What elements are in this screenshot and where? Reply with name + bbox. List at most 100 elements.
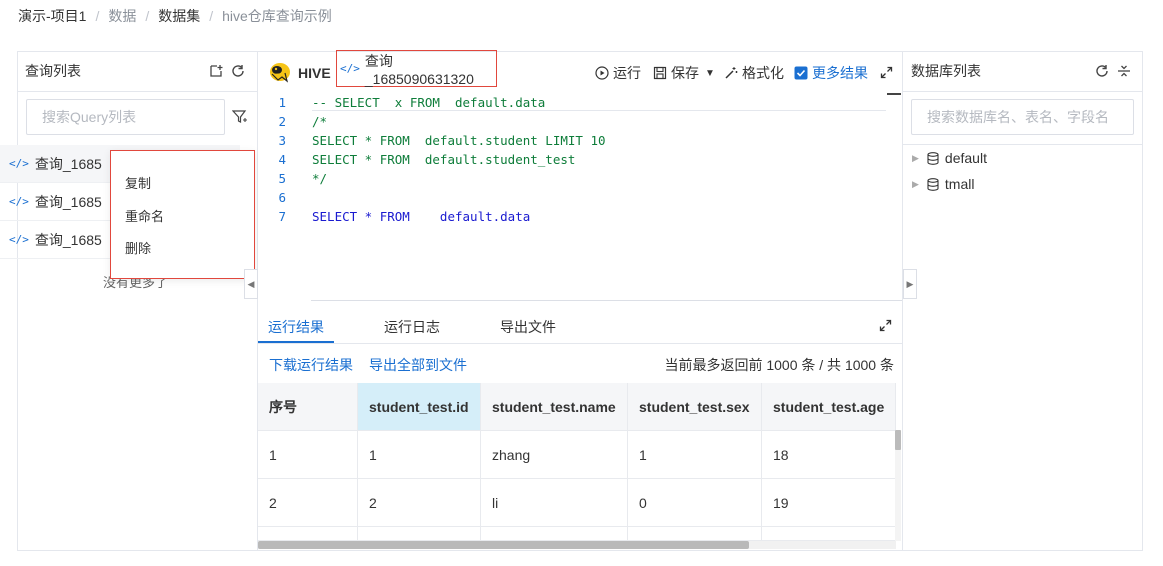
checkbox-checked-icon: [794, 66, 808, 80]
filter-icon[interactable]: [229, 106, 251, 128]
collapse-all-icon[interactable]: [1113, 60, 1135, 82]
table-cell: 2: [258, 479, 358, 527]
database-name: tmall: [944, 176, 975, 192]
editor-scroll-marker: [887, 93, 901, 95]
database-tree-item[interactable]: ▶ default: [912, 150, 987, 166]
line-number: 3: [278, 133, 286, 148]
breadcrumb-separator: /: [95, 8, 100, 24]
table-horizontal-scrollbar[interactable]: [258, 541, 749, 549]
save-button[interactable]: 保存 ▼: [653, 63, 715, 83]
line-number: 5: [278, 171, 286, 186]
table-cell: li: [481, 479, 628, 527]
code-line: SELECT * FROM default.data: [312, 209, 531, 224]
table-cell: 1: [258, 431, 358, 479]
breadcrumb-dataset[interactable]: 数据集: [158, 6, 200, 26]
run-label: 运行: [613, 65, 641, 81]
table-cell: 1: [628, 431, 762, 479]
column-header[interactable]: student_test.id: [358, 383, 481, 431]
code-line: -- SELECT x FROM default.data: [312, 95, 546, 110]
table-cell: [358, 527, 481, 541]
play-circle-icon: [595, 66, 609, 80]
active-line-indicator: [312, 110, 886, 111]
query-search-placeholder: 搜索Query列表: [42, 109, 137, 125]
code-icon: </>: [9, 157, 29, 170]
code-line: /*: [312, 114, 328, 129]
expand-arrow-icon[interactable]: ▶: [912, 179, 919, 190]
active-tab-underline: [258, 341, 334, 343]
database-icon: [927, 177, 939, 191]
table-cell: [258, 527, 358, 541]
code-line: SELECT * FROM default.student LIMIT 10: [312, 133, 606, 148]
breadcrumb-data[interactable]: 数据: [108, 6, 136, 26]
context-menu-delete[interactable]: 删除: [125, 238, 151, 257]
tab-run-log[interactable]: 运行日志: [384, 317, 440, 337]
line-number: 6: [278, 190, 286, 205]
line-number: 1: [278, 95, 286, 110]
line-number: 4: [278, 152, 286, 167]
caret-down-icon[interactable]: ▼: [705, 68, 715, 79]
format-button[interactable]: 格式化: [724, 63, 784, 83]
code-icon: </>: [9, 233, 29, 246]
column-header[interactable]: student_test.sex: [628, 383, 762, 431]
column-header[interactable]: student_test.name: [481, 383, 628, 431]
breadcrumb-separator: /: [145, 8, 150, 24]
code-line: SELECT * FROM default.student_test: [312, 152, 576, 167]
table-vertical-scrollbar[interactable]: [895, 430, 901, 450]
fullscreen-icon[interactable]: [875, 61, 897, 83]
run-button[interactable]: 运行: [595, 63, 641, 83]
query-list-header: 查询列表: [17, 51, 257, 92]
column-header[interactable]: 序号: [258, 383, 358, 431]
query-tab-active[interactable]: </> 查询_1685090631320: [336, 50, 497, 87]
table-cell: 19: [762, 479, 896, 527]
magic-wand-icon: [724, 66, 738, 80]
table-cell: 0: [628, 479, 762, 527]
collapse-left-panel-handle[interactable]: ◀: [244, 269, 258, 299]
result-tabs: 运行结果 运行日志 导出文件: [258, 303, 902, 344]
refresh-icon[interactable]: [227, 60, 249, 82]
code-line: */: [312, 171, 328, 186]
table-cell: 18: [762, 431, 896, 479]
database-tree-item[interactable]: ▶ tmall: [912, 176, 974, 192]
format-label: 格式化: [742, 65, 784, 81]
divider: [903, 144, 1143, 145]
hive-logo-icon: [270, 63, 290, 83]
table-cell: [628, 527, 762, 541]
table-cell: 1: [358, 431, 481, 479]
more-results-label: 更多结果: [812, 65, 868, 81]
result-summary: 当前最多返回前 1000 条 / 共 1000 条: [664, 357, 894, 373]
query-tab-label: 查询_1685090631320: [364, 52, 474, 87]
table-cell: 2: [358, 479, 481, 527]
database-list-header: 数据库列表: [903, 51, 1143, 92]
sql-editor[interactable]: [258, 93, 902, 301]
context-menu-rename[interactable]: 重命名: [125, 206, 164, 225]
tab-export-files[interactable]: 导出文件: [500, 317, 556, 337]
table-cell: [762, 527, 896, 541]
column-header[interactable]: student_test.age: [762, 383, 896, 431]
line-number: 7: [278, 209, 286, 224]
expand-results-icon[interactable]: [874, 314, 896, 336]
database-icon: [927, 151, 939, 165]
more-results-checkbox[interactable]: 更多结果: [794, 63, 868, 83]
expand-arrow-icon[interactable]: ▶: [912, 153, 919, 164]
database-name: default: [944, 150, 987, 166]
query-item-label: 查询_1685: [34, 155, 102, 172]
breadcrumb-project[interactable]: 演示-项目1: [18, 6, 86, 26]
query-list-title: 查询列表: [25, 63, 81, 79]
new-query-icon[interactable]: [205, 60, 227, 82]
save-icon: [653, 66, 667, 80]
export-all-link[interactable]: 导出全部到文件: [369, 355, 467, 375]
context-menu-copy[interactable]: 复制: [125, 173, 151, 192]
refresh-icon[interactable]: [1091, 60, 1113, 82]
engine-label: HIVE: [298, 65, 331, 81]
download-results-link[interactable]: 下载运行结果: [269, 355, 353, 375]
breadcrumb-separator: /: [209, 8, 214, 24]
code-icon: </>: [9, 195, 29, 208]
save-label: 保存: [671, 65, 699, 81]
query-search-input[interactable]: 搜索Query列表: [26, 99, 225, 135]
database-search-placeholder: 搜索数据库名、表名、字段名: [927, 109, 1109, 125]
tab-run-results[interactable]: 运行结果: [268, 317, 324, 337]
query-item-label: 查询_1685: [34, 193, 102, 210]
code-icon: </>: [340, 62, 360, 75]
table-cell: [481, 527, 628, 541]
database-search-input[interactable]: 搜索数据库名、表名、字段名: [911, 99, 1134, 135]
